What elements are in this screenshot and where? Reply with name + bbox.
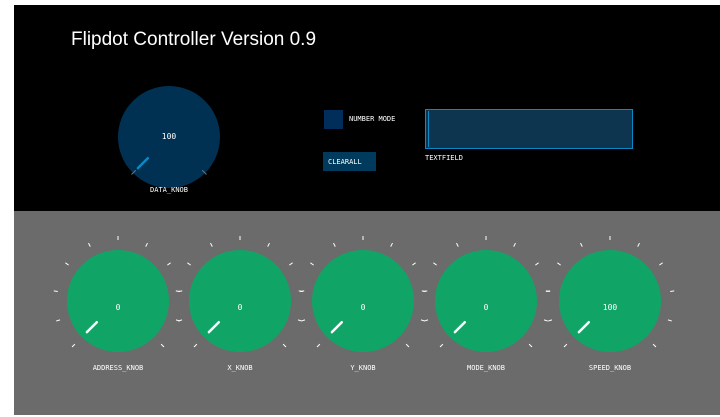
x-knob-label: X_KNOB [227, 364, 253, 372]
number-mode-toggle[interactable] [324, 110, 343, 129]
knob-face [435, 250, 537, 352]
y-knob-label: Y_KNOB [350, 364, 376, 372]
clearall-button[interactable]: CLEARALL [323, 152, 376, 171]
knob-tick [637, 242, 640, 247]
knob-tick [175, 290, 180, 292]
address-knob-value: 0 [115, 303, 121, 312]
knob-tick [405, 343, 410, 348]
knob-tick [145, 242, 148, 247]
knob-tick [210, 242, 213, 247]
knob-tick [160, 343, 165, 348]
speed-knob-dial[interactable] [540, 231, 680, 361]
knob-tick [545, 290, 550, 292]
knob-tick [301, 319, 306, 322]
x-knob-dial[interactable] [170, 231, 310, 361]
knob-tick [71, 343, 76, 348]
knob-tick [557, 262, 561, 266]
knob-tick [53, 290, 58, 292]
mode-knob-value: 0 [483, 303, 489, 312]
knob-tick [88, 242, 91, 247]
app-title: Flipdot Controller Version 0.9 [71, 29, 317, 50]
knob-tick [187, 262, 191, 266]
knob-tick [439, 343, 444, 348]
knob-tick [528, 343, 533, 348]
knob-tick [513, 242, 516, 247]
textfield-label: TEXTFIELD [425, 154, 463, 162]
data-knob[interactable]: 100 DATA_KNOB [99, 71, 239, 221]
speed-knob[interactable]: 100 SPEED_KNOB [540, 231, 680, 381]
knob-tick [580, 242, 583, 247]
knob-tick [390, 242, 393, 247]
textfield-input[interactable] [425, 109, 633, 149]
mode-knob-dial[interactable] [416, 231, 556, 361]
knob-tick [56, 319, 61, 322]
number-mode-label: NUMBER MODE [349, 115, 396, 123]
knob-tick [535, 262, 539, 266]
knob-tick [667, 319, 672, 322]
mode-knob-label: MODE_KNOB [467, 364, 505, 372]
knob-tick [282, 343, 287, 348]
knob-tick [652, 343, 657, 348]
address-knob-dial[interactable] [48, 231, 188, 361]
data-knob-value: 100 [161, 132, 177, 141]
bottom-panel: 0 ADDRESS_KNOB 0 X_KNOB 0 Y_KNOB 0 MODE_… [14, 211, 720, 415]
address-knob[interactable]: 0 ADDRESS_KNOB [48, 231, 188, 381]
flipdot-controller-window: Flipdot Controller Version 0.9 100 DATA_… [14, 5, 720, 415]
knob-tick [659, 262, 663, 266]
knob-tick [333, 242, 336, 247]
knob-tick [433, 262, 437, 266]
knob-tick [670, 290, 675, 292]
knob-face [189, 250, 291, 352]
y-knob-dial[interactable] [293, 231, 433, 361]
knob-tick [548, 319, 553, 322]
speed-knob-label: SPEED_KNOB [588, 364, 632, 372]
knob-tick [267, 242, 270, 247]
mode-knob[interactable]: 0 MODE_KNOB [416, 231, 556, 381]
knob-tick [310, 262, 314, 266]
knob-face [559, 250, 661, 352]
x-knob-value: 0 [237, 303, 243, 312]
knob-tick [178, 319, 183, 322]
data-knob-label: DATA_KNOB [150, 186, 188, 194]
knob-face [312, 250, 414, 352]
knob-tick [424, 319, 429, 322]
knob-tick [316, 343, 321, 348]
x-knob[interactable]: 0 X_KNOB [170, 231, 310, 381]
y-knob[interactable]: 0 Y_KNOB [293, 231, 433, 381]
top-panel: Flipdot Controller Version 0.9 100 DATA_… [14, 5, 720, 211]
knob-tick [65, 262, 69, 266]
address-knob-label: ADDRESS_KNOB [92, 364, 144, 372]
knob-tick [563, 343, 568, 348]
textfield-caret [428, 111, 429, 147]
speed-knob-value: 100 [602, 303, 618, 312]
knob-tick [421, 290, 426, 292]
knob-face [67, 250, 169, 352]
y-knob-value: 0 [360, 303, 366, 312]
knob-tick [456, 242, 459, 247]
knob-tick [298, 290, 303, 292]
knob-tick [193, 343, 198, 348]
